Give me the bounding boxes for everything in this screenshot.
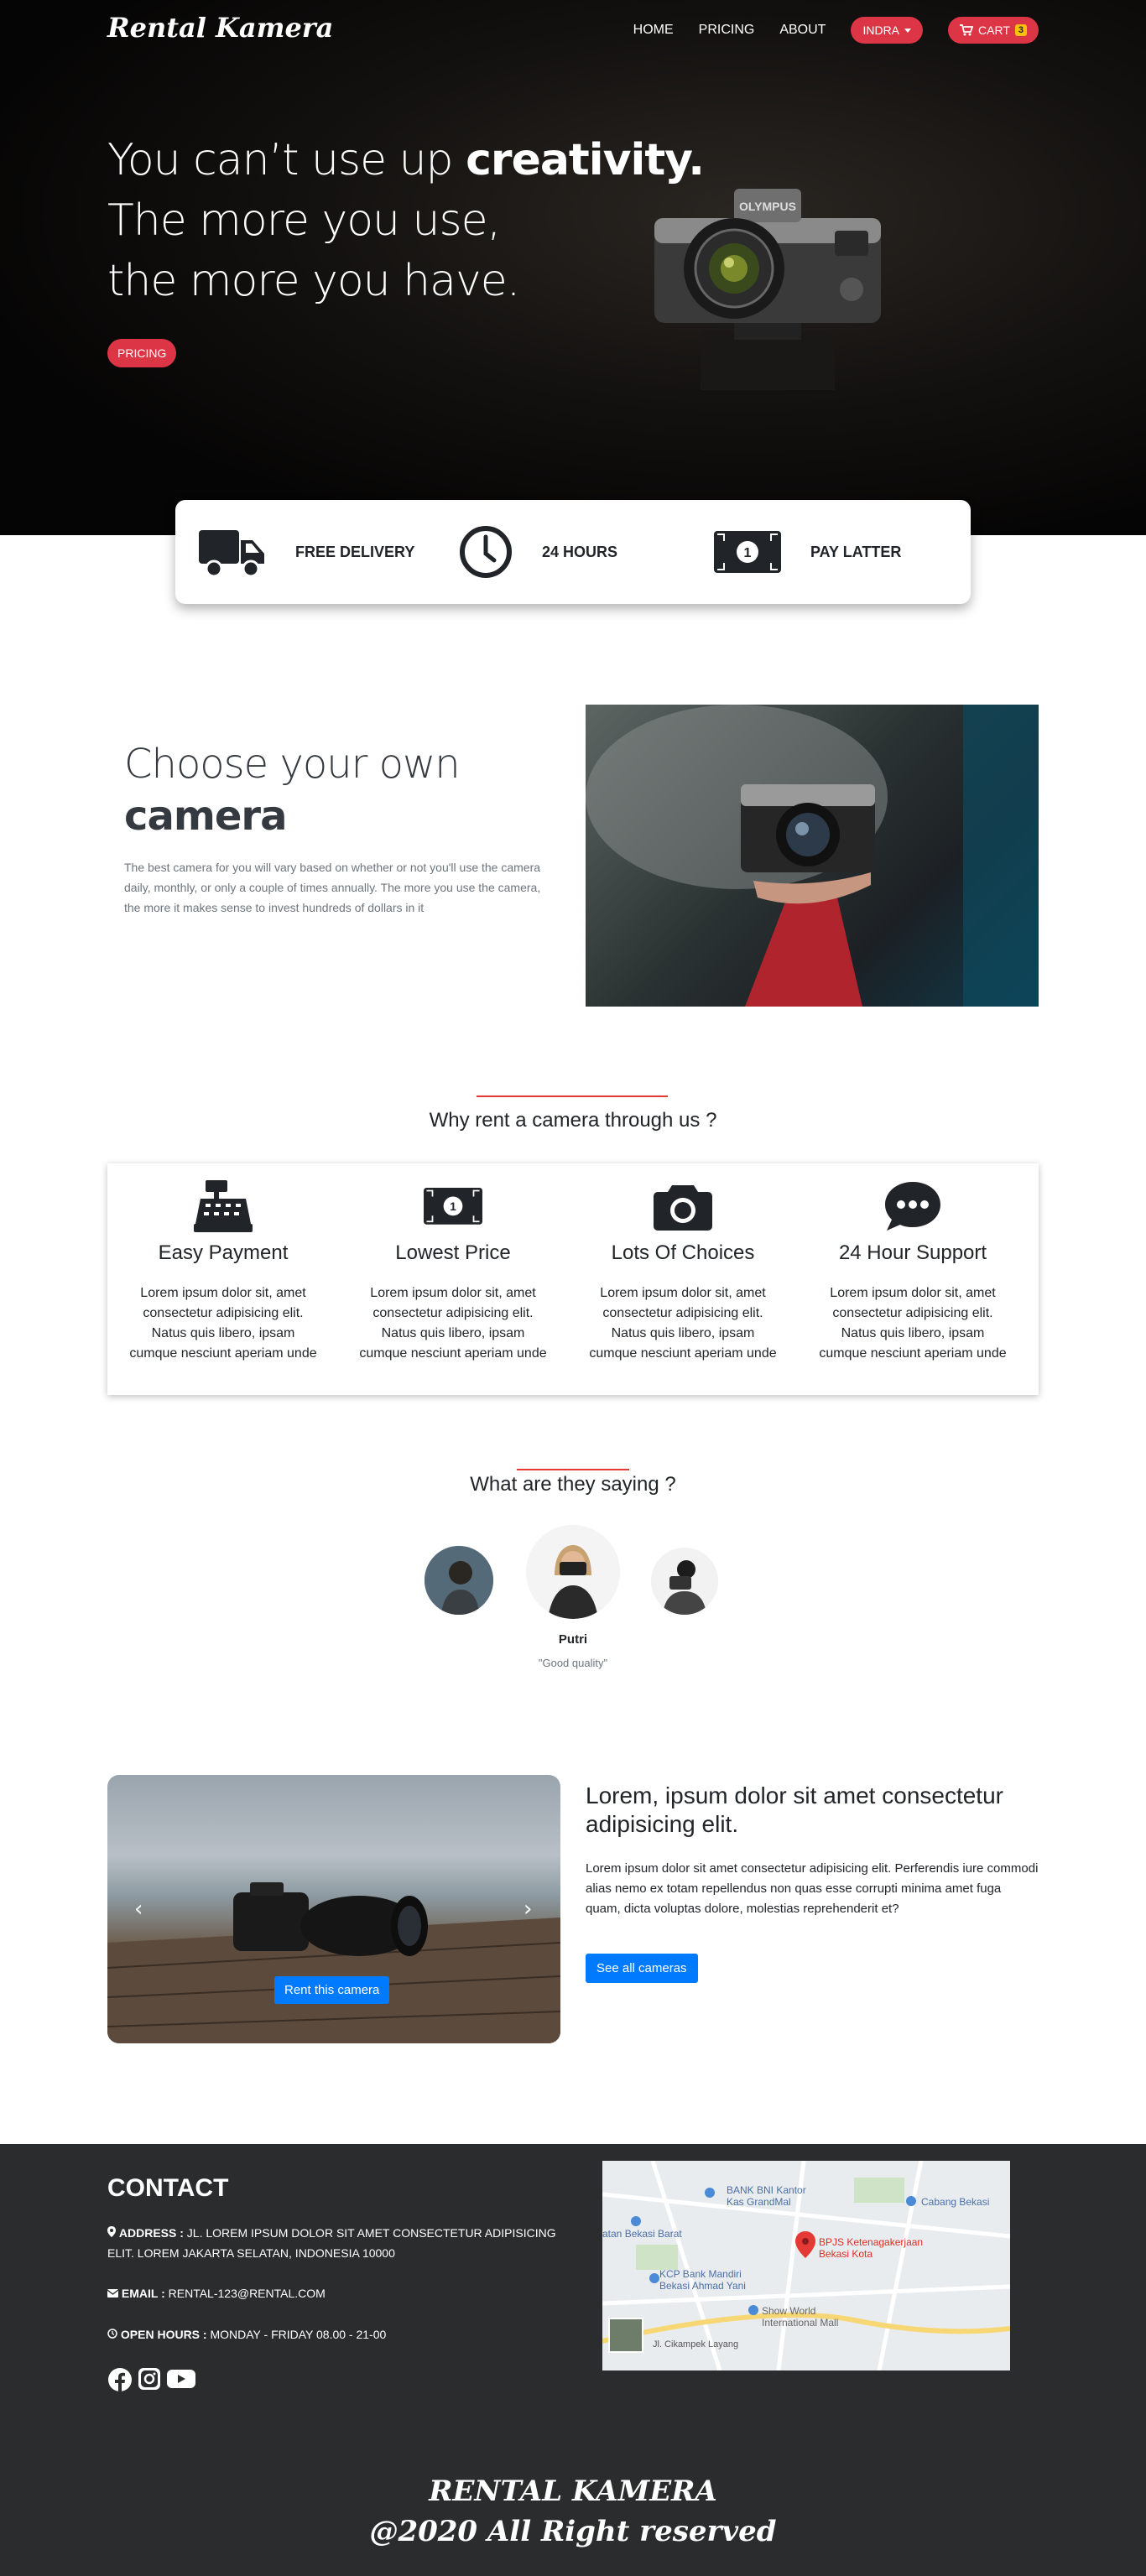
camera-carousel: ‹ › Rent this camera (107, 1775, 560, 2043)
feature-24-hours: 24 HOURS (459, 525, 617, 579)
nav-pricing-link[interactable]: PRICING (699, 23, 755, 38)
footer-copyright: @2020 All Right reserved (369, 2515, 777, 2548)
footer-brand: RENTAL KAMERA (429, 2475, 717, 2508)
clock-icon (460, 526, 512, 578)
cart-label: CART (978, 23, 1010, 37)
map-label: Show World International Mall (762, 2305, 839, 2329)
hours-value: MONDAY - FRIDAY 08.00 - 21-00 (210, 2328, 387, 2341)
section-divider (477, 1095, 668, 1097)
youtube-icon[interactable] (166, 2367, 196, 2391)
rent-camera-button[interactable]: Rent this camera (274, 1976, 390, 2004)
map-label: Jl. Cikampek Layang (653, 2339, 739, 2350)
map-label: Cabang Bekasi (921, 2196, 990, 2208)
svg-text:1: 1 (744, 546, 752, 560)
choose-title-bold: camera (124, 793, 287, 840)
shopping-cart-icon (960, 24, 974, 36)
cash-register-icon (194, 1180, 253, 1232)
why-item-title: Easy Payment (158, 1241, 289, 1264)
why-item-title: Lots Of Choices (611, 1241, 755, 1264)
why-heading: Why rent a camera through us ? (429, 1109, 717, 1132)
user-name: INDRA (862, 23, 900, 37)
hero-headline: You can’t use up creativity. The more yo… (107, 130, 705, 311)
section-divider (517, 1469, 629, 1470)
hero-line-3: the more you have. (107, 256, 520, 306)
camera-icon (654, 1185, 712, 1231)
why-item-text: Lorem ipsum dolor sit, amet consectetur … (589, 1286, 777, 1361)
cart-button[interactable]: CART 3 (948, 17, 1039, 44)
instagram-icon[interactable] (138, 2367, 161, 2391)
map-label: KCP Bank Mandiri Bekasi Ahmad Yani (659, 2268, 746, 2292)
footer: CONTACT ADDRESS : JL. LOREM IPSUM DOLOR … (0, 2144, 1146, 2576)
hero-section: OLYMPUS Rental Kamera HOME PRICING ABOUT… (0, 0, 1146, 535)
hero-line-2: The more you use, (107, 195, 501, 246)
camera-in-hand-image (586, 705, 1039, 1007)
map-label: atan Bekasi Barat (602, 2228, 682, 2240)
hero-line-1-bold: creativity. (466, 135, 705, 185)
svg-text:1: 1 (450, 1200, 456, 1213)
social-links (107, 2367, 196, 2392)
testimonial-quote: "Good quality" (538, 1657, 608, 1669)
choose-title: Choose your own camera (124, 738, 461, 842)
nav-links: HOME PRICING ABOUT INDRA CART 3 (633, 17, 1039, 44)
map-label: BANK BNI Kantor Kas GrandMal (727, 2184, 806, 2208)
promo-text: Lorem ipsum dolor sit amet consectetur a… (586, 1861, 1039, 1916)
address-label: ADDRESS : (118, 2226, 184, 2240)
why-item-text: Lorem ipsum dolor sit, amet consectetur … (129, 1286, 317, 1361)
nav-home-link[interactable]: HOME (633, 23, 674, 38)
feature-label: PAY LATTER (810, 543, 902, 560)
nav-about-link[interactable]: ABOUT (779, 23, 826, 38)
navbar: Rental Kamera HOME PRICING ABOUT INDRA C… (107, 0, 1039, 60)
location-map[interactable]: BANK BNI Kantor Kas GrandMal Cabang Beka… (602, 2161, 1010, 2370)
testimonial-avatar[interactable] (425, 1546, 493, 1615)
svg-text:OLYMPUS: OLYMPUS (739, 200, 796, 213)
comment-dots-icon (885, 1182, 940, 1231)
promo-title: Lorem, ipsum dolor sit amet consectetur … (586, 1782, 1003, 1837)
facebook-icon[interactable] (107, 2367, 133, 2392)
feature-pay-later: 1 PAY LATTER (714, 525, 901, 579)
envelope-icon (107, 2289, 119, 2298)
testimonial-avatar[interactable] (651, 1548, 718, 1615)
feature-free-delivery: FREE DELIVERY (199, 525, 414, 579)
cart-count-badge: 3 (1014, 24, 1027, 36)
hours-label: OPEN HOURS : (120, 2328, 207, 2341)
why-item-title: 24 Hour Support (838, 1241, 987, 1264)
feature-label: 24 HOURS (542, 543, 618, 560)
money-bill-icon: 1 (714, 531, 781, 573)
feature-label: FREE DELIVERY (295, 543, 415, 560)
carousel-prev-icon[interactable]: ‹ (134, 1897, 143, 1922)
why-item-text: Lorem ipsum dolor sit, amet consectetur … (819, 1286, 1007, 1361)
email-label: EMAIL : (121, 2287, 165, 2300)
features-bar: FREE DELIVERY 24 HOURS 1 PAY LATTER (175, 500, 971, 604)
map-label: BPJS Ketenagakerjaan Bekasi Kota (819, 2236, 924, 2260)
see-all-cameras-button[interactable]: See all cameras (586, 1954, 698, 1983)
why-item-text: Lorem ipsum dolor sit, amet consectetur … (359, 1286, 547, 1361)
clock-icon (107, 2329, 117, 2339)
money-bill-icon: 1 (424, 1188, 482, 1225)
choose-title-light: Choose your own (124, 741, 461, 788)
testimonial-name: Putri (558, 1632, 588, 1647)
contact-hours: OPEN HOURS : MONDAY - FRIDAY 08.00 - 21-… (107, 2324, 577, 2344)
why-box: Easy Payment Lorem ipsum dolor sit, amet… (107, 1163, 1039, 1395)
caret-down-icon (904, 28, 912, 33)
testimonials-heading: What are they saying ? (470, 1473, 676, 1496)
choose-description: The best camera for you will vary based … (124, 861, 541, 914)
email-value[interactable]: RENTAL-123@RENTAL.COM (169, 2287, 326, 2300)
testimonial-avatar-active[interactable] (526, 1525, 620, 1619)
contact-heading: CONTACT (107, 2174, 229, 2202)
why-item-title: Lowest Price (395, 1241, 511, 1264)
contact-address: ADDRESS : JL. LOREM IPSUM DOLOR SIT AMET… (107, 2223, 577, 2263)
hero-pricing-button[interactable]: PRICING (107, 339, 177, 367)
contact-email: EMAIL : RENTAL-123@RENTAL.COM (107, 2283, 577, 2303)
truck-icon (199, 530, 264, 578)
carousel-next-icon[interactable]: › (524, 1897, 532, 1922)
map-marker-icon (107, 2226, 116, 2237)
user-dropdown-button[interactable]: INDRA (851, 17, 924, 44)
brand-logo[interactable]: Rental Kamera (107, 12, 333, 44)
hero-line-1: You can’t use up (107, 135, 466, 185)
